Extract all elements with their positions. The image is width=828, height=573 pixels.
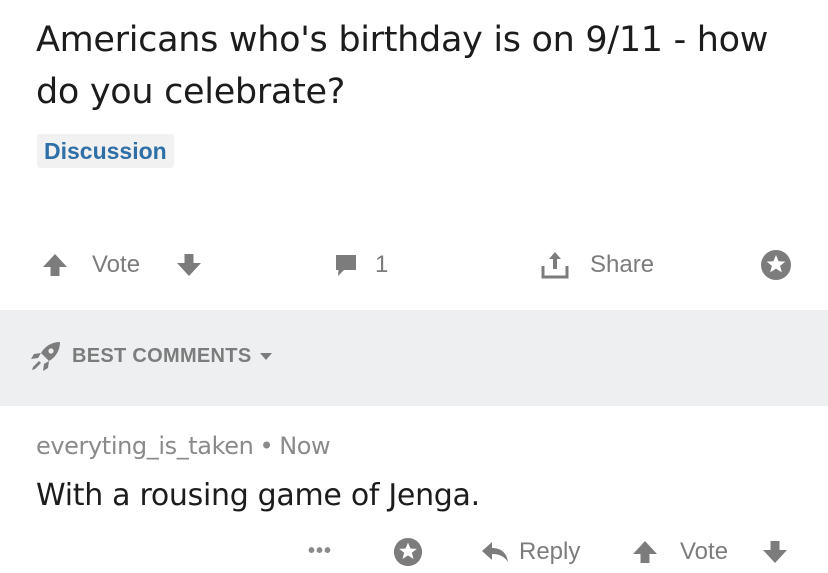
comment-downvote-button[interactable] [762,530,788,573]
upvote-button[interactable] [42,240,68,290]
arrow-up-icon [632,539,658,565]
sort-label: BEST COMMENTS [72,344,252,367]
comment-meta: everyting_is_taken • Now [36,432,331,460]
comment-time: Now [279,432,331,460]
share-label: Share [590,251,655,278]
share-upload-icon [540,250,570,280]
speech-bubble-icon [333,252,359,278]
comment-upvote-button[interactable]: Vote [632,530,728,573]
comments-sort-bar: BEST COMMENTS [0,310,828,406]
award-button[interactable] [760,240,792,290]
reply-label: Reply [519,537,581,565]
share-button[interactable]: Share [540,240,654,290]
award-star-icon [393,537,423,567]
comments-button[interactable]: 1 [333,240,388,290]
award-star-icon [760,249,792,281]
flair-tag[interactable]: Discussion [37,134,174,168]
rocket-icon [30,340,62,372]
comment-author[interactable]: everyting_is_taken [36,432,254,460]
comment-body: With a rousing game of Jenga. [36,478,480,513]
arrow-down-icon [762,539,788,565]
downvote-button[interactable] [176,240,202,290]
comment-action-bar: ••• Reply Vote [0,530,828,573]
meta-separator: • [259,432,274,460]
more-options-button[interactable]: ••• [308,530,332,573]
reply-button[interactable]: Reply [480,530,580,573]
comment-vote-label: Vote [680,537,729,565]
sort-dropdown[interactable]: BEST COMMENTS [30,340,273,372]
comment-count: 1 [375,251,389,278]
comment-award-button[interactable] [393,530,423,573]
more-dots-icon: ••• [308,540,333,562]
vote-text: Vote [92,251,141,278]
post-title: Americans who's birthday is on 9/11 - ho… [36,20,769,112]
reply-arrow-icon [480,540,510,564]
post-action-bar: Vote 1 Share [0,240,828,290]
arrow-down-icon [176,252,202,278]
vote-label: Vote [92,240,140,290]
chevron-down-icon [259,351,273,361]
arrow-up-icon [42,252,68,278]
